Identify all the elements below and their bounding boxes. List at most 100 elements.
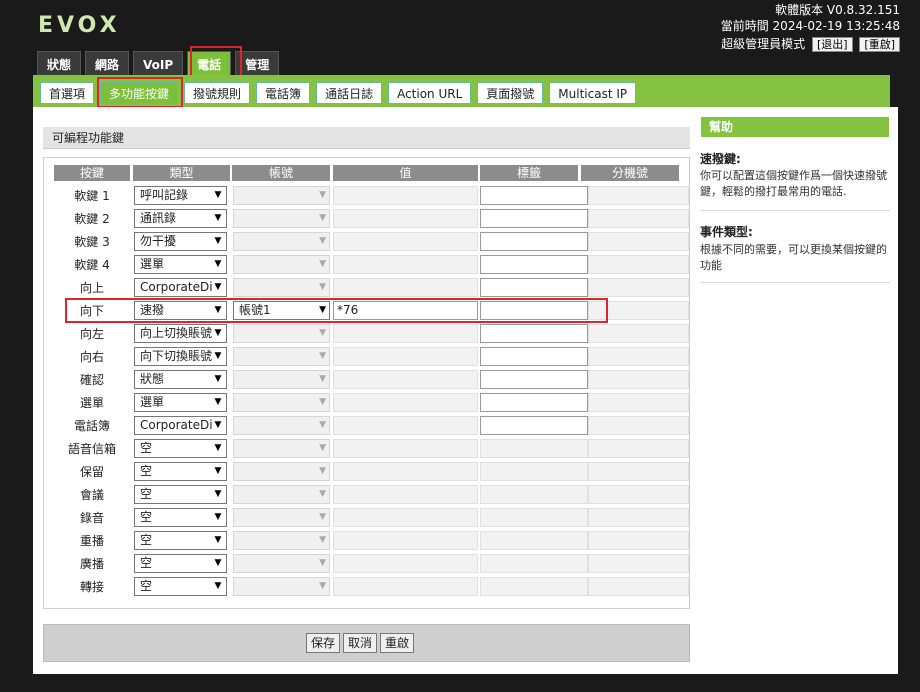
extension-input[interactable] [588, 416, 689, 435]
value-input[interactable] [333, 439, 478, 458]
account-select[interactable]: ▼ [233, 508, 330, 527]
extension-input[interactable] [588, 531, 689, 550]
extension-input[interactable] [588, 186, 689, 205]
value-input[interactable] [333, 554, 478, 573]
type-select[interactable]: CorporateDire ▼ [134, 416, 227, 435]
tab-network[interactable]: 網路 [85, 51, 130, 75]
subtab-phonebook[interactable]: 電話簿 [256, 82, 311, 104]
value-input[interactable] [333, 416, 478, 435]
value-input[interactable] [333, 462, 478, 481]
subtab-page-dial[interactable]: 頁面撥號 [477, 82, 544, 104]
extension-input[interactable] [588, 393, 689, 412]
account-select[interactable]: ▼ [233, 485, 330, 504]
reboot-button[interactable]: 重啟 [380, 633, 415, 653]
label-input[interactable] [480, 393, 588, 412]
label-input[interactable] [480, 554, 588, 573]
extension-input[interactable] [588, 439, 689, 458]
logout-button[interactable]: [退出] [811, 37, 853, 52]
label-input[interactable] [480, 278, 588, 297]
label-input[interactable] [480, 416, 588, 435]
type-select[interactable]: 空 ▼ [134, 554, 227, 573]
extension-input[interactable] [588, 370, 689, 389]
extension-input[interactable] [588, 324, 689, 343]
account-select[interactable]: ▼ [233, 209, 330, 228]
account-select[interactable]: ▼ [233, 278, 330, 297]
type-select[interactable]: 狀態 ▼ [134, 370, 227, 389]
label-input[interactable] [480, 347, 588, 366]
type-select[interactable]: 選單 ▼ [134, 393, 227, 412]
extension-input[interactable] [588, 462, 689, 481]
label-input[interactable] [480, 232, 588, 251]
restart-button[interactable]: [重啟] [859, 37, 900, 52]
subtab-action-url[interactable]: Action URL [388, 82, 472, 104]
type-select[interactable]: 勿干擾 ▼ [134, 232, 227, 251]
label-input[interactable] [480, 531, 588, 550]
value-input[interactable] [333, 232, 478, 251]
account-select[interactable]: ▼ [233, 255, 330, 274]
value-input[interactable] [333, 324, 478, 343]
label-input[interactable] [480, 255, 588, 274]
type-select[interactable]: 空 ▼ [134, 462, 227, 481]
value-input[interactable] [333, 485, 478, 504]
label-input[interactable] [480, 370, 588, 389]
subtab-preferences[interactable]: 首選項 [40, 82, 95, 104]
type-select[interactable]: 選單 ▼ [134, 255, 227, 274]
extension-input[interactable] [588, 554, 689, 573]
subtab-dial-rules[interactable]: 撥號規則 [184, 82, 251, 104]
type-select[interactable]: 空 ▼ [134, 485, 227, 504]
account-select[interactable]: ▼ [233, 186, 330, 205]
account-select[interactable]: ▼ [233, 370, 330, 389]
extension-input[interactable] [588, 347, 689, 366]
value-input[interactable] [333, 393, 478, 412]
type-select[interactable]: 空 ▼ [134, 577, 227, 596]
type-select[interactable]: 向下切換賬號 ▼ [134, 347, 227, 366]
value-input[interactable] [333, 531, 478, 550]
label-input[interactable] [480, 508, 588, 527]
type-select[interactable]: 向上切換賬號 ▼ [134, 324, 227, 343]
value-input[interactable] [333, 209, 478, 228]
value-input[interactable] [333, 347, 478, 366]
extension-input[interactable] [588, 485, 689, 504]
type-select[interactable]: 通訊錄 ▼ [134, 209, 227, 228]
label-input[interactable] [480, 186, 588, 205]
label-input[interactable] [480, 577, 588, 596]
value-input[interactable] [333, 255, 478, 274]
subtab-multicast-ip[interactable]: Multicast IP [549, 82, 637, 104]
subtab-call-log[interactable]: 通話日誌 [316, 82, 383, 104]
account-select[interactable]: ▼ [233, 577, 330, 596]
account-select[interactable]: ▼ [233, 439, 330, 458]
extension-input[interactable] [588, 255, 689, 274]
account-select[interactable]: ▼ [233, 324, 330, 343]
label-input[interactable] [480, 485, 588, 504]
extension-input[interactable] [588, 232, 689, 251]
value-input[interactable] [333, 370, 478, 389]
value-input[interactable] [333, 186, 478, 205]
label-input[interactable] [480, 462, 588, 481]
value-input[interactable] [333, 577, 478, 596]
extension-input[interactable] [588, 577, 689, 596]
label-input[interactable] [480, 209, 588, 228]
value-input[interactable] [333, 278, 478, 297]
account-select[interactable]: ▼ [233, 531, 330, 550]
account-select[interactable]: ▼ [233, 393, 330, 412]
extension-input[interactable] [588, 278, 689, 297]
type-select[interactable]: 空 ▼ [134, 508, 227, 527]
account-select[interactable]: ▼ [233, 416, 330, 435]
account-select[interactable]: ▼ [233, 554, 330, 573]
extension-input[interactable] [588, 508, 689, 527]
tab-voip[interactable]: VoIP [133, 51, 184, 75]
account-select[interactable]: ▼ [233, 347, 330, 366]
cancel-button[interactable]: 取消 [343, 633, 378, 653]
extension-input[interactable] [588, 209, 689, 228]
type-select[interactable]: CorporateDire ▼ [134, 278, 227, 297]
account-select[interactable]: ▼ [233, 462, 330, 481]
tab-status[interactable]: 狀態 [37, 51, 82, 75]
label-input[interactable] [480, 324, 588, 343]
account-select[interactable]: ▼ [233, 232, 330, 251]
save-button[interactable]: 保存 [306, 633, 341, 653]
type-select[interactable]: 空 ▼ [134, 531, 227, 550]
type-select[interactable]: 空 ▼ [134, 439, 227, 458]
label-input[interactable] [480, 439, 588, 458]
type-select[interactable]: 呼叫記錄 ▼ [134, 186, 227, 205]
value-input[interactable] [333, 508, 478, 527]
